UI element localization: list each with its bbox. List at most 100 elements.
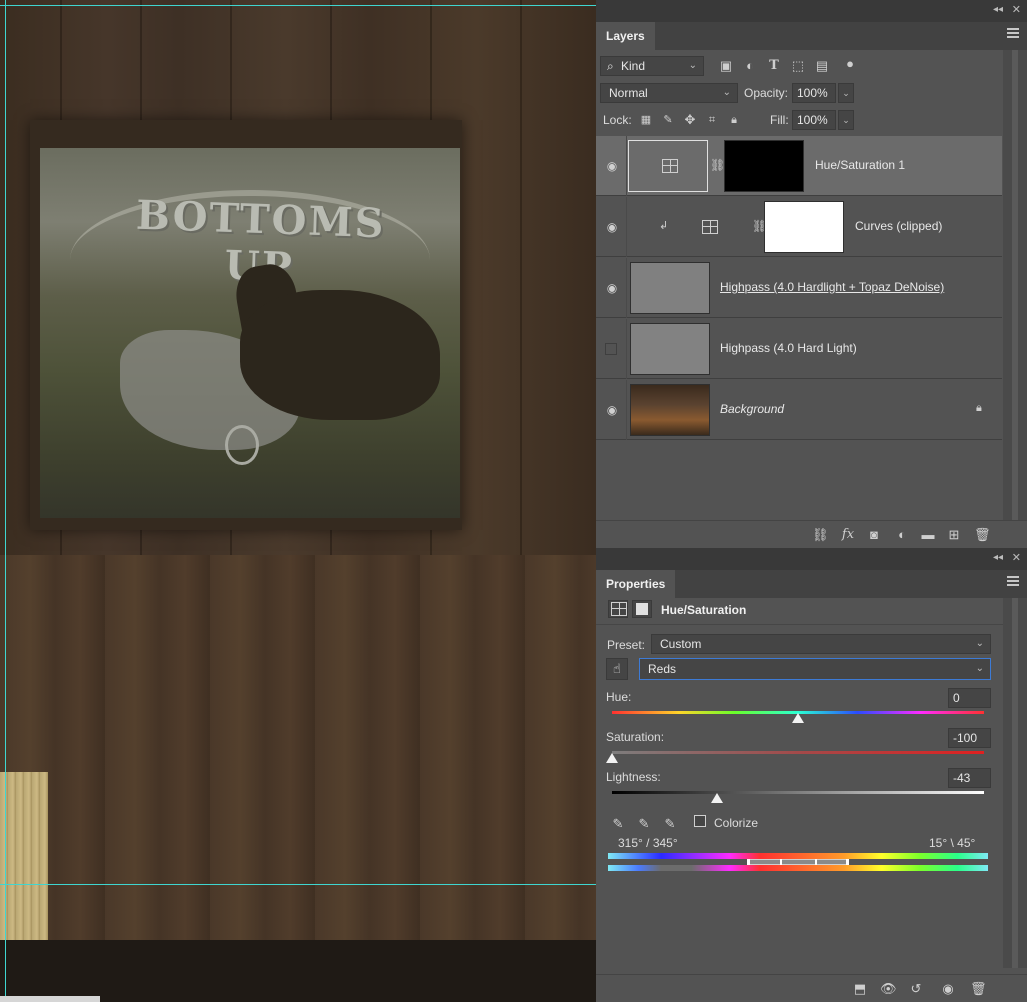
row-separator <box>626 136 627 196</box>
visibility-icon[interactable]: ◉ <box>940 981 956 997</box>
eyedropper-icon[interactable]: ✎ <box>610 816 626 832</box>
row-separator <box>626 258 627 318</box>
link-layers-icon[interactable]: ⛓︎ <box>812 527 829 543</box>
add-mask-icon[interactable]: ◙ <box>866 527 882 543</box>
eye-icon[interactable]: ◉ <box>604 281 620 295</box>
filter-type-icon[interactable]: T <box>766 58 782 74</box>
chevron-down-icon: ⌄ <box>688 60 697 71</box>
layer-mask-thumbnail[interactable] <box>724 140 804 192</box>
layer-row-highpass-denoise[interactable]: ◉ Highpass (4.0 Hardlight + Topaz DeNois… <box>596 258 1002 318</box>
reset-icon[interactable]: ↺ <box>908 981 924 997</box>
properties-panel: ◂◂ ✕ Properties Hue/Saturation Preset: C… <box>596 548 1027 1002</box>
layer-name[interactable]: Hue/Saturation 1 <box>815 158 905 172</box>
colorize-label[interactable]: Colorize <box>714 816 758 830</box>
new-layer-icon[interactable]: ⊞ <box>946 527 962 543</box>
layer-filter-dropdown[interactable]: ⌕ Kind ⌄ <box>600 56 704 76</box>
eye-icon[interactable]: ◉ <box>604 403 620 417</box>
hue-label: Hue: <box>606 690 632 704</box>
layers-scrollbar[interactable] <box>1003 50 1027 520</box>
filter-adjustment-icon[interactable]: ◐ <box>742 58 758 74</box>
layer-row-hue-saturation[interactable]: ◉ ⛓︎ Hue/Saturation 1 <box>596 136 1002 196</box>
range-right-label: 15° \ 45° <box>929 836 976 850</box>
lightness-slider-track[interactable] <box>612 791 984 794</box>
opacity-stepper[interactable]: ⌄ <box>838 83 854 103</box>
layer-thumbnail[interactable] <box>630 384 710 436</box>
eyedropper-plus-icon[interactable]: ✎ <box>636 816 652 832</box>
lock-all-icon[interactable]: 🔒︎ <box>726 112 742 128</box>
properties-panel-menu-icon[interactable] <box>1007 576 1019 586</box>
saturation-slider-track[interactable] <box>612 751 984 754</box>
layer-row-highpass-hardlight[interactable]: Highpass (4.0 Hard Light) <box>596 319 1002 379</box>
collapse-panel-icon[interactable]: ◂◂ <box>993 4 1003 15</box>
lock-artboard-icon[interactable]: ⌗ <box>704 112 720 128</box>
visibility-toggle-off[interactable] <box>605 343 617 355</box>
adjustment-title: Hue/Saturation <box>661 603 747 617</box>
eyedropper-minus-icon[interactable]: ✎ <box>662 816 678 832</box>
lightness-input[interactable]: -43 <box>948 768 991 788</box>
view-previous-icon[interactable]: 👁︎ <box>880 981 897 997</box>
layer-name[interactable]: Curves (clipped) <box>855 219 942 233</box>
chevron-down-icon: ⌄ <box>722 87 731 98</box>
properties-scrollbar[interactable] <box>1003 598 1027 968</box>
filter-toggle-icon[interactable]: ● <box>842 56 858 72</box>
saturation-input[interactable]: -100 <box>948 728 991 748</box>
search-icon: ⌕ <box>607 59 614 73</box>
trash-icon[interactable]: 🗑︎ <box>974 527 991 543</box>
layer-name[interactable]: Background <box>720 402 784 416</box>
clip-to-layer-icon[interactable]: ⬒ <box>852 981 868 997</box>
mask-icon <box>636 603 648 615</box>
saturation-slider-thumb[interactable] <box>606 753 618 763</box>
scroll-track <box>1012 598 1018 968</box>
curves-icon <box>702 220 718 234</box>
panel-header-strip: ◂◂ ✕ <box>596 548 1027 570</box>
preset-dropdown[interactable]: Custom ⌄ <box>651 634 991 654</box>
channel-dropdown[interactable]: Reds ⌄ <box>639 658 991 680</box>
layer-mask-thumbnail[interactable] <box>764 201 844 253</box>
lock-brush-icon[interactable]: ✎ <box>660 112 676 128</box>
fx-icon[interactable]: fx <box>840 527 856 543</box>
fill-label: Fill: <box>770 113 789 127</box>
new-group-icon[interactable]: ▬ <box>920 527 936 543</box>
blend-mode-dropdown[interactable]: Normal ⌄ <box>600 83 738 103</box>
mask-mode-button[interactable] <box>632 600 652 618</box>
close-panel-icon[interactable]: ✕ <box>1012 3 1021 16</box>
link-icon[interactable]: ⛓︎ <box>710 158 725 172</box>
layer-name[interactable]: Highpass (4.0 Hardlight + Topaz DeNoise) <box>720 280 944 294</box>
eye-icon[interactable]: ◉ <box>604 159 620 173</box>
layer-thumbnail[interactable] <box>630 262 710 314</box>
close-panel-icon[interactable]: ✕ <box>1012 551 1021 564</box>
targeted-adjustment-tool[interactable]: ☝︎ <box>606 658 628 680</box>
layer-row-background[interactable]: ◉ Background 🔒︎ <box>596 380 1002 440</box>
lightness-slider-thumb[interactable] <box>711 793 723 803</box>
layer-row-curves[interactable]: ◉ ↲ ⛓︎ Curves (clipped) <box>596 197 1002 257</box>
adjustment-mode-button[interactable] <box>608 600 628 618</box>
trash-icon[interactable]: 🗑︎ <box>970 981 987 997</box>
clip-arrow-icon: ↲ <box>659 220 669 232</box>
colorize-checkbox[interactable] <box>694 815 706 827</box>
filter-smart-object-icon[interactable]: ▤ <box>814 58 830 74</box>
guide-line-left[interactable] <box>5 0 6 1002</box>
layer-thumbnail[interactable] <box>630 323 710 375</box>
eye-icon[interactable]: ◉ <box>604 220 620 234</box>
fill-stepper[interactable]: ⌄ <box>838 110 854 130</box>
layer-name[interactable]: Highpass (4.0 Hard Light) <box>720 341 857 355</box>
opacity-input[interactable]: 100% <box>792 83 836 103</box>
collapse-panel-icon[interactable]: ◂◂ <box>993 552 1003 563</box>
guide-line-top[interactable] <box>0 5 596 6</box>
filter-shape-icon[interactable]: ⬚ <box>790 58 806 74</box>
layers-panel: ◂◂ ✕ Layers ⌕ Kind ⌄ ▣ ◐ T ⬚ ▤ ● Normal … <box>596 0 1027 548</box>
document-canvas[interactable]: BOTTOMS UP <box>0 0 596 1002</box>
tab-properties[interactable]: Properties <box>596 570 676 598</box>
lock-icon[interactable]: 🔒︎ <box>976 402 988 414</box>
lock-position-icon[interactable]: ✥ <box>682 112 698 128</box>
layers-panel-menu-icon[interactable] <box>1007 28 1019 38</box>
tab-layers[interactable]: Layers <box>596 22 655 50</box>
hue-input[interactable]: 0 <box>948 688 991 708</box>
filter-pixel-icon[interactable]: ▣ <box>718 58 734 74</box>
adjustment-thumbnail[interactable] <box>628 140 708 192</box>
fill-input[interactable]: 100% <box>792 110 836 130</box>
lock-transparent-icon[interactable]: ▦ <box>638 112 654 128</box>
hue-slider-thumb[interactable] <box>792 713 804 723</box>
new-adjustment-icon[interactable]: ◐ <box>894 527 910 543</box>
guide-line-bottom[interactable] <box>0 884 596 885</box>
